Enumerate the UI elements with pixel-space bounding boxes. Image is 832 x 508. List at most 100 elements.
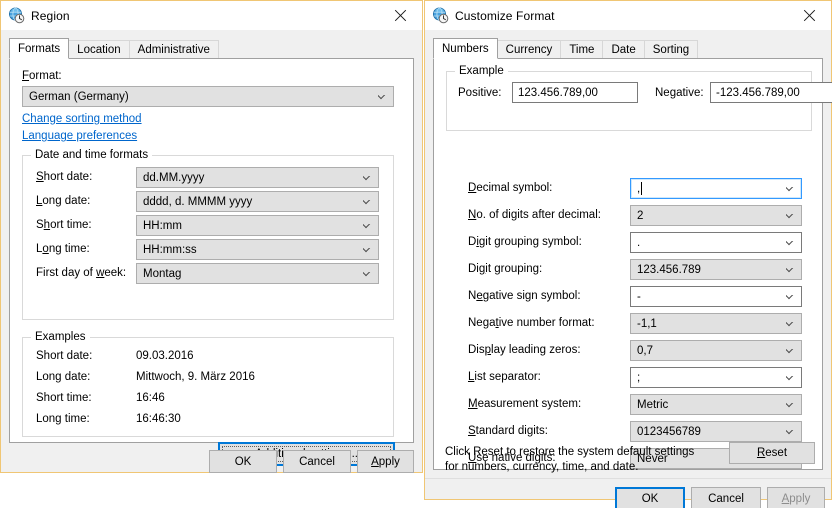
measurement-system-combo[interactable]: Metric (630, 394, 802, 415)
close-icon (394, 9, 407, 22)
customize-cancel-button[interactable]: Cancel (691, 487, 761, 508)
region-window-title: Region (31, 8, 70, 23)
examples-group-title: Examples (31, 331, 90, 343)
decimal-symbol-combo[interactable]: , (630, 178, 802, 199)
region-globe-clock-icon (432, 7, 449, 24)
format-combo[interactable]: German (Germany) (22, 86, 394, 107)
text-caret (641, 182, 643, 195)
standard-digits-combo[interactable]: 0123456789 (630, 421, 802, 442)
tab-formats[interactable]: Formats (9, 38, 70, 59)
tab-date[interactable]: Date (602, 40, 645, 59)
region-globe-clock-icon (8, 7, 25, 24)
reset-button[interactable]: Reset (729, 442, 815, 464)
negative-number-format-combo[interactable]: -1,1 (630, 313, 802, 334)
display-leading-zeros-label: Display leading zeros: (468, 344, 581, 356)
long-date-label: Long date: (36, 195, 91, 207)
customize-titlebar[interactable]: Customize Format (425, 1, 831, 30)
reset-label: Reset (756, 447, 788, 459)
measurement-system-label: Measurement system: (468, 398, 582, 410)
change-sorting-method-link[interactable]: Change sorting method (22, 113, 142, 125)
chevron-down-icon (786, 268, 794, 273)
list-separator-label: List separator: (468, 371, 541, 383)
date-time-formats-group: Date and time formats Short date: dd.MM.… (22, 149, 394, 320)
tab-administrative[interactable]: Administrative (128, 40, 219, 59)
digit-grouping-symbol-value: . (637, 236, 641, 249)
short-time-value: HH:mm (143, 219, 182, 232)
list-separator-value: ; (637, 371, 641, 384)
desktop-background: Region Formats Location Administrative F… (0, 0, 832, 508)
chevron-down-icon (363, 200, 371, 205)
chevron-down-icon (786, 403, 794, 408)
example-long-date-value: Mittwoch, 9. März 2016 (136, 371, 255, 383)
display-leading-zeros-combo[interactable]: 0,7 (630, 340, 802, 361)
tab-time[interactable]: Time (560, 40, 604, 59)
chevron-down-icon (786, 430, 794, 435)
chevron-down-icon (786, 349, 794, 354)
tab-sorting[interactable]: Sorting (643, 40, 699, 59)
standard-digits-value: 0123456789 (637, 425, 701, 438)
customize-close-button[interactable] (788, 1, 831, 29)
region-apply-button[interactable]: Apply (357, 450, 414, 473)
region-close-button[interactable] (379, 1, 422, 29)
chevron-down-icon (363, 272, 371, 277)
short-date-label: Short date: (36, 171, 93, 183)
negative-sign-symbol-combo[interactable]: - (630, 286, 802, 307)
short-date-combo[interactable]: dd.MM.yyyy (136, 167, 379, 188)
digits-after-decimal-value: 2 (637, 209, 644, 222)
example-group-title: Example (455, 65, 508, 77)
long-date-value: dddd, d. MMMM yyyy (143, 195, 253, 208)
list-separator-combo[interactable]: ; (630, 367, 802, 388)
positive-example-value: 123.456.789,00 (518, 86, 598, 99)
chevron-down-icon (786, 187, 794, 192)
first-day-of-week-combo[interactable]: Montag (136, 263, 379, 284)
examples-group: Examples Short date: 09.03.2016 Long dat… (22, 331, 394, 437)
example-long-date-label: Long date: (36, 371, 91, 383)
region-cancel-label: Cancel (299, 455, 335, 468)
customize-cancel-label: Cancel (708, 492, 744, 505)
button-bar-separator (425, 478, 831, 479)
region-titlebar[interactable]: Region (1, 1, 422, 30)
tab-currency[interactable]: Currency (496, 40, 562, 59)
example-short-time-label: Short time: (36, 392, 92, 404)
reset-help-text: Click Reset to restore the system defaul… (445, 446, 695, 473)
positive-label: Positive: (458, 87, 502, 99)
chevron-down-icon (363, 224, 371, 229)
digits-after-decimal-label: No. of digits after decimal: (468, 209, 601, 221)
close-icon (803, 9, 816, 22)
chevron-down-icon (363, 248, 371, 253)
long-time-label: Long time: (36, 243, 90, 255)
tab-location[interactable]: Location (68, 40, 130, 59)
example-long-time-label: Long time: (36, 413, 90, 425)
example-long-time-value: 16:46:30 (136, 413, 181, 425)
language-preferences-link[interactable]: Language preferences (22, 130, 137, 142)
customize-client-area: Numbers Currency Time Date Sorting Examp… (425, 30, 832, 508)
chevron-down-icon (786, 241, 794, 246)
region-apply-label: Apply (371, 455, 400, 468)
first-day-of-week-label: First day of week: (36, 267, 127, 279)
example-group: Example Positive: 123.456.789,00 Negativ… (446, 65, 832, 131)
digit-grouping-symbol-combo[interactable]: . (630, 232, 802, 253)
decimal-symbol-label: Decimal symbol: (468, 182, 553, 194)
chevron-down-icon (786, 322, 794, 327)
long-time-combo[interactable]: HH:mm:ss (136, 239, 379, 260)
customize-apply-label: Apply (781, 492, 811, 505)
long-date-combo[interactable]: dddd, d. MMMM yyyy (136, 191, 379, 212)
digit-grouping-value: 123.456.789 (637, 263, 701, 276)
negative-example-field: -123.456.789,00 (710, 82, 832, 103)
customize-ok-button[interactable]: OK (615, 487, 685, 508)
digits-after-decimal-combo[interactable]: 2 (630, 205, 802, 226)
tab-numbers[interactable]: Numbers (433, 38, 498, 59)
date-time-formats-group-title: Date and time formats (31, 149, 153, 161)
first-day-of-week-value: Montag (143, 267, 182, 280)
digit-grouping-label: Digit grouping: (468, 263, 543, 275)
region-window: Region Formats Location Administrative F… (0, 0, 423, 473)
region-cancel-button[interactable]: Cancel (283, 450, 351, 473)
chevron-down-icon (363, 176, 371, 181)
customize-ok-label: OK (641, 492, 659, 505)
chevron-down-icon (786, 376, 794, 381)
digit-grouping-combo[interactable]: 123.456.789 (630, 259, 802, 280)
region-ok-button[interactable]: OK (209, 450, 277, 473)
short-time-combo[interactable]: HH:mm (136, 215, 379, 236)
customize-tabstrip: Numbers Currency Time Date Sorting (433, 38, 699, 59)
chevron-down-icon (786, 214, 794, 219)
